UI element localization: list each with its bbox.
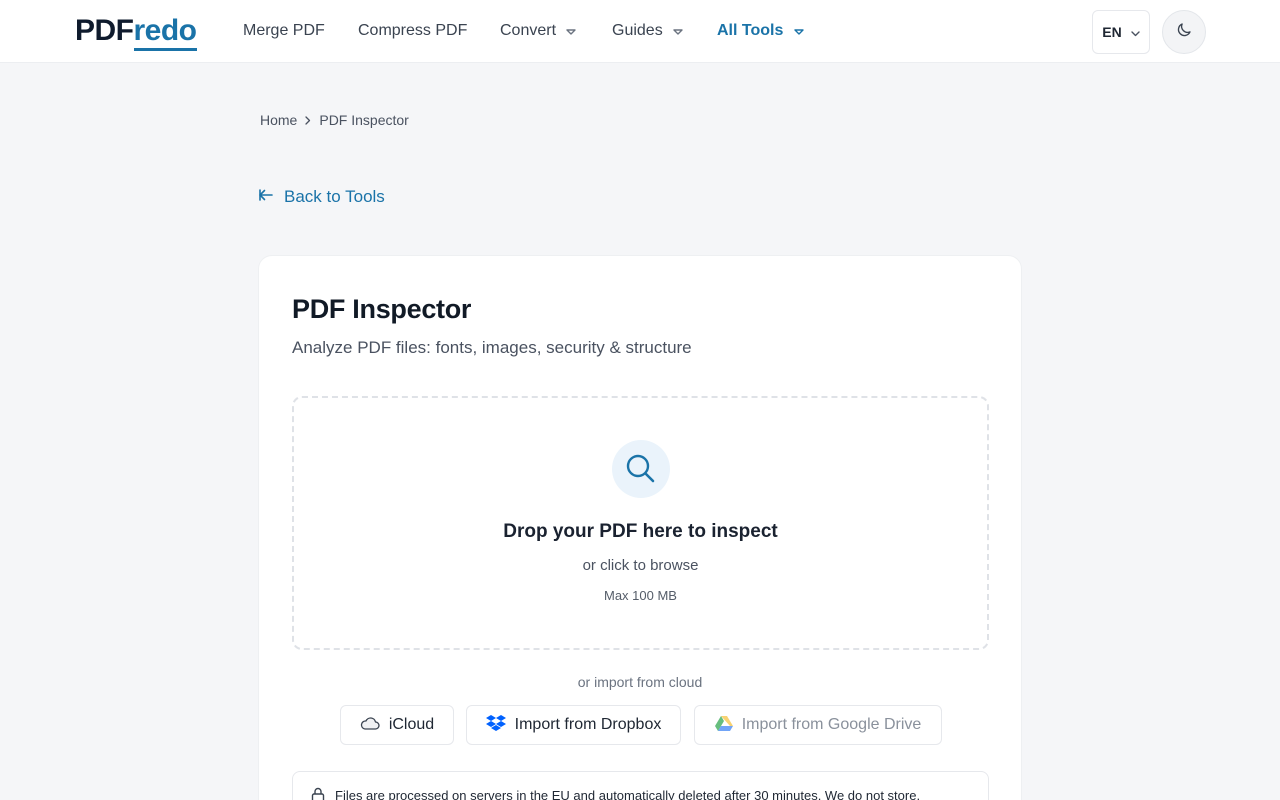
nav-convert[interactable]: Convert xyxy=(500,20,577,42)
nav-guides-label: Guides xyxy=(612,22,663,40)
language-selector[interactable]: EN xyxy=(1092,10,1150,54)
privacy-notice-text: Files are processed on servers in the EU… xyxy=(335,788,921,800)
google-drive-import-button[interactable]: Import from Google Drive xyxy=(694,705,942,745)
chevron-down-icon xyxy=(566,20,577,42)
page-subtitle: Analyze PDF files: fonts, images, securi… xyxy=(292,338,692,357)
dropzone-browse-text: or click to browse xyxy=(582,557,699,574)
cloud-import-label: or import from cloud xyxy=(577,674,703,690)
chevron-down-icon xyxy=(673,20,683,42)
icloud-button[interactable]: iCloud xyxy=(340,705,454,745)
privacy-notice: Files are processed on servers in the EU… xyxy=(292,771,989,800)
nav-all-tools-label: All Tools xyxy=(717,22,784,40)
dropzone-title: Drop your PDF here to inspect xyxy=(503,521,778,542)
tool-card: PDF Inspector Analyze PDF files: fonts, … xyxy=(258,255,1022,800)
google-drive-label: Import from Google Drive xyxy=(741,716,922,733)
logo-text-redo: redo xyxy=(133,14,197,51)
dropbox-icon xyxy=(485,714,506,737)
file-dropzone[interactable]: Drop your PDF here to inspect or click t… xyxy=(292,396,989,650)
search-icon xyxy=(612,440,670,498)
breadcrumb-current: PDF Inspector xyxy=(319,112,409,128)
nav-convert-label: Convert xyxy=(500,22,557,40)
google-drive-icon xyxy=(714,715,733,736)
nav-merge-pdf-label: Merge PDF xyxy=(243,22,325,39)
breadcrumb-home[interactable]: Home xyxy=(260,110,297,130)
dropzone-max-size: Max 100 MB xyxy=(604,588,677,603)
dropbox-label: Import from Dropbox xyxy=(514,716,662,733)
dropbox-import-button[interactable]: Import from Dropbox xyxy=(466,705,681,745)
arrow-left-icon xyxy=(258,186,274,208)
chevron-down-icon xyxy=(1131,24,1140,40)
moon-icon xyxy=(1175,21,1193,44)
nav-merge-pdf[interactable]: Merge PDF xyxy=(243,20,325,42)
page-title: PDF Inspector xyxy=(292,294,472,324)
icloud-label: iCloud xyxy=(388,716,435,733)
lock-icon xyxy=(311,787,325,800)
logo[interactable]: PDFredo xyxy=(75,13,197,51)
nav-guides[interactable]: Guides xyxy=(612,20,683,42)
logo-text-pdf: PDF xyxy=(75,14,134,47)
nav-compress-pdf[interactable]: Compress PDF xyxy=(358,20,467,42)
nav-compress-pdf-label: Compress PDF xyxy=(358,22,468,39)
language-label: EN xyxy=(1102,24,1122,40)
theme-toggle-button[interactable] xyxy=(1162,10,1206,54)
breadcrumb: Home PDF Inspector xyxy=(260,110,409,130)
chevron-right-icon xyxy=(305,110,311,130)
nav-all-tools[interactable]: All Tools xyxy=(717,20,804,42)
site-header: PDFredo Merge PDF Compress PDF Convert G… xyxy=(0,0,1280,63)
back-to-tools-link[interactable]: Back to Tools xyxy=(258,186,385,208)
cloud-icon xyxy=(360,716,380,735)
chevron-down-icon xyxy=(794,20,804,42)
back-to-tools-label: Back to Tools xyxy=(284,187,385,206)
